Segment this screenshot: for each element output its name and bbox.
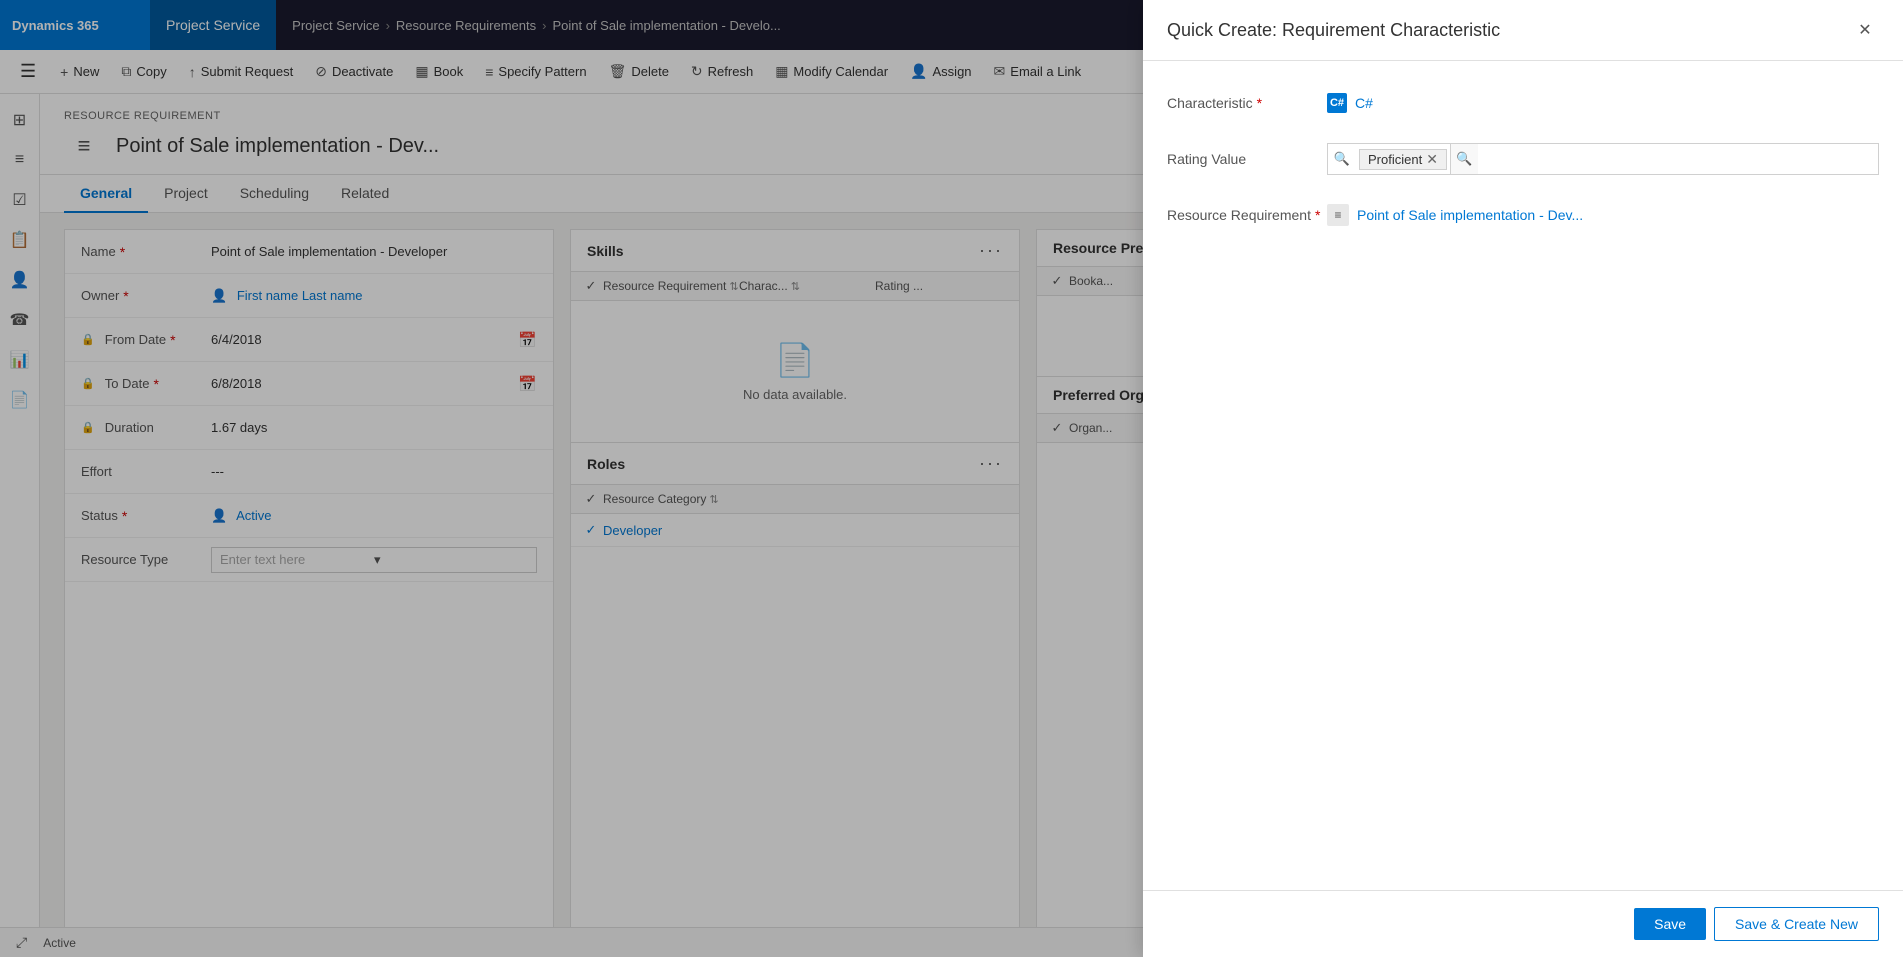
qc-rating-tag-close[interactable]: ✕ [1426, 152, 1438, 166]
qc-rating-field: Rating Value 🔍 Proficient ✕ 🔍 [1167, 141, 1879, 177]
qc-rating-input-wrapper[interactable]: 🔍 Proficient ✕ 🔍 [1327, 143, 1879, 175]
qc-close-button[interactable]: ✕ [1851, 16, 1879, 44]
qc-body: Characteristic * C# C# Rating Value 🔍 Pr… [1143, 61, 1903, 890]
qc-characteristic-field: Characteristic * C# C# [1167, 85, 1879, 121]
qc-footer: Save Save & Create New [1143, 890, 1903, 957]
qc-resource-req-field: Resource Requirement * ≡ Point of Sale i… [1167, 197, 1879, 233]
qc-rating-input-icon: 🔍 [1328, 151, 1356, 167]
qc-title: Quick Create: Requirement Characteristic [1167, 20, 1500, 41]
qc-header: Quick Create: Requirement Characteristic… [1143, 0, 1903, 61]
qc-rating-search-button[interactable]: 🔍 [1450, 144, 1478, 174]
quick-create-panel: Quick Create: Requirement Characteristic… [1143, 0, 1903, 957]
qc-resource-req-icon: ≡ [1327, 204, 1349, 226]
qc-characteristic-value[interactable]: C# C# [1327, 93, 1879, 113]
qc-characteristic-icon: C# [1327, 93, 1347, 113]
save-create-new-button[interactable]: Save & Create New [1714, 907, 1879, 941]
qc-rating-tag: Proficient ✕ [1359, 149, 1447, 170]
save-button[interactable]: Save [1634, 908, 1706, 940]
qc-resource-req-value[interactable]: ≡ Point of Sale implementation - Dev... [1327, 204, 1583, 226]
